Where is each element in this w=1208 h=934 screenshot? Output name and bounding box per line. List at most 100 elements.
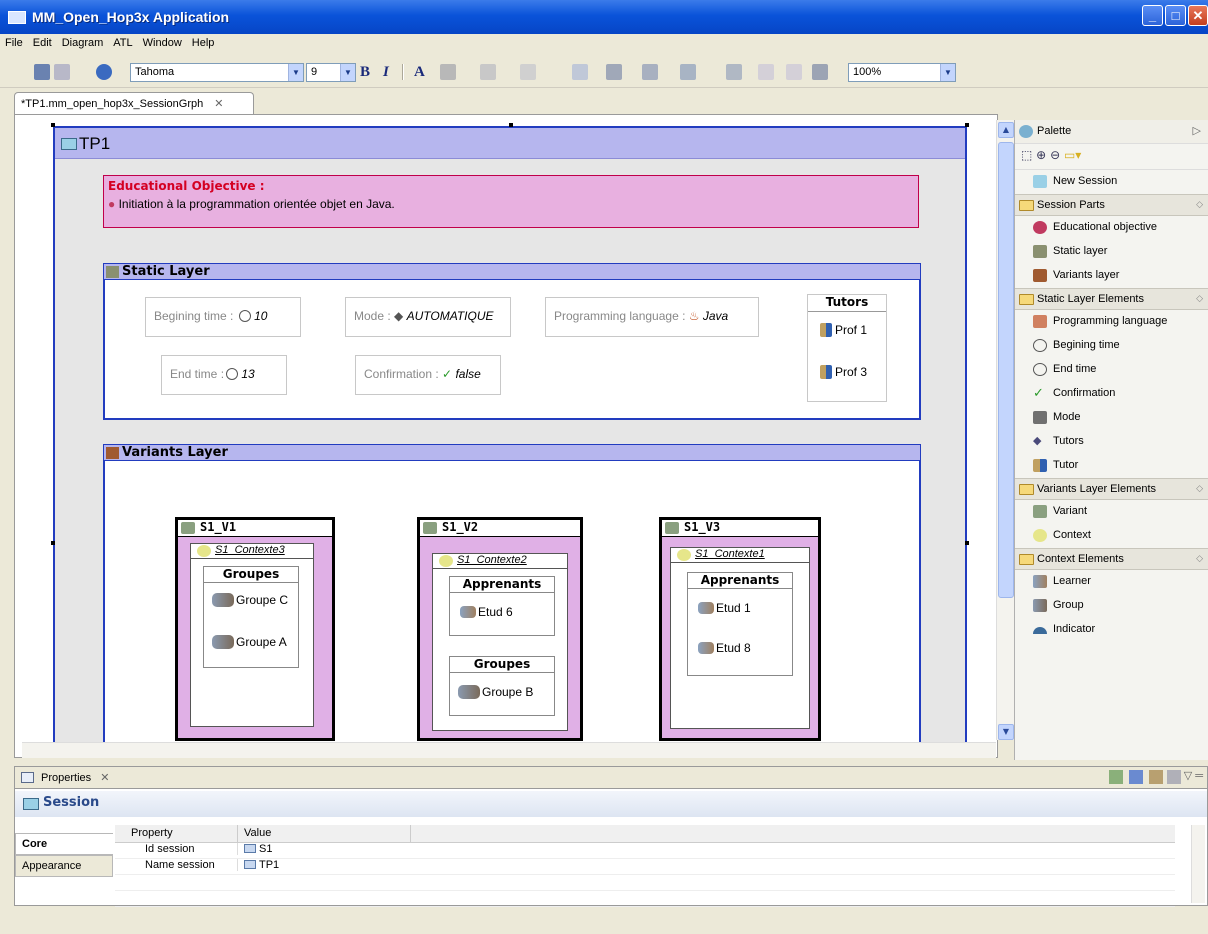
selection-handle[interactable]: [509, 123, 513, 127]
table-row[interactable]: Name session TP1: [115, 859, 1175, 875]
drawer-toggle-icon[interactable]: ◇: [1196, 293, 1203, 304]
note-tool-icon[interactable]: ▭▾: [1064, 148, 1081, 162]
maximize-button[interactable]: □: [1165, 5, 1186, 26]
menu-atl[interactable]: ATL: [108, 34, 137, 49]
palette-drawer-context-elements[interactable]: Context Elements ◇: [1015, 548, 1208, 570]
font-size-select[interactable]: 9 ▼: [306, 63, 356, 82]
advanced-icon[interactable]: [1167, 770, 1181, 784]
groups-box[interactable]: Groupes Groupe B: [449, 656, 555, 716]
palette-item-end-time[interactable]: End time: [1015, 358, 1208, 382]
tutors-box[interactable]: Tutors Prof 1 Prof 3: [807, 294, 887, 402]
table-row[interactable]: Id session S1: [115, 843, 1175, 859]
zoom-out-icon[interactable]: ⊖: [1050, 148, 1060, 162]
learner-item[interactable]: Etud 1: [698, 601, 751, 615]
zoom-in-icon[interactable]: ⊕: [1036, 148, 1046, 162]
select-all-icon[interactable]: [572, 64, 588, 80]
begin-time-field[interactable]: Begining time : 10: [145, 297, 301, 337]
palette-item-static-layer[interactable]: Static layer: [1015, 240, 1208, 264]
end-time-field[interactable]: End time : 13: [161, 355, 287, 395]
tree-icon[interactable]: [1129, 770, 1143, 784]
context-node[interactable]: S1_Contexte1 Apprenants Etud 1 Etud 8: [670, 547, 810, 729]
font-name-select[interactable]: Tahoma ▼: [130, 63, 304, 82]
palette-item-context[interactable]: Context: [1015, 524, 1208, 548]
palette-item-mode[interactable]: Mode: [1015, 406, 1208, 430]
line-width-icon[interactable]: [812, 64, 828, 80]
group-item[interactable]: Groupe C: [212, 593, 288, 607]
editor-tab-close-icon[interactable]: ✕: [214, 98, 223, 110]
mode-field[interactable]: Mode : ◆ AUTOMATIQUE: [345, 297, 511, 337]
arrow-style-icon[interactable]: [520, 64, 536, 80]
align-icon[interactable]: [642, 64, 658, 80]
properties-scrollbar[interactable]: [1191, 825, 1205, 903]
selection-handle[interactable]: [51, 123, 55, 127]
drawer-toggle-icon[interactable]: ◇: [1196, 553, 1203, 564]
drawer-toggle-icon[interactable]: ◇: [1196, 199, 1203, 210]
fill-color-icon[interactable]: [440, 64, 456, 80]
palette-item-learner[interactable]: Learner: [1015, 570, 1208, 594]
line-color-icon[interactable]: [480, 64, 496, 80]
print-icon[interactable]: [54, 64, 70, 80]
route-icon[interactable]: [758, 64, 774, 80]
group-item[interactable]: Groupe A: [212, 635, 287, 649]
variant-node[interactable]: S1_V1 S1_Contexte3 Groupes Groupe C Grou…: [175, 517, 335, 741]
context-node[interactable]: S1_Contexte3 Groupes Groupe C Groupe A: [190, 543, 314, 727]
variants-layer[interactable]: S1_V1 S1_Contexte3 Groupes Groupe C Grou…: [103, 461, 921, 757]
bold-button[interactable]: B: [360, 64, 370, 81]
filter-icon[interactable]: [1149, 770, 1163, 784]
canvas-vertical-scrollbar[interactable]: ▲ ▼: [996, 120, 1014, 740]
scroll-up-icon[interactable]: ▲: [998, 122, 1014, 138]
tutor-item[interactable]: Prof 1: [820, 323, 867, 337]
palette-drawer-session-parts[interactable]: Session Parts ◇: [1015, 194, 1208, 216]
programming-language-field[interactable]: Programming language : ♨ Java: [545, 297, 759, 337]
session-node[interactable]: TP1 Educational Objective : ● Initiation…: [53, 126, 967, 757]
line-style-icon[interactable]: [786, 64, 802, 80]
font-color-button[interactable]: A: [414, 64, 425, 81]
properties-tab-appearance[interactable]: Appearance: [15, 855, 113, 877]
auto-size-icon[interactable]: [726, 64, 742, 80]
palette-item-group[interactable]: Group: [1015, 594, 1208, 618]
palette-drawer-variants-layer-elements[interactable]: Variants Layer Elements ◇: [1015, 478, 1208, 500]
menu-window[interactable]: Window: [138, 34, 187, 49]
run-icon[interactable]: [96, 64, 112, 80]
properties-tab[interactable]: Properties ✕ ▽ ═: [15, 767, 1207, 789]
session-name[interactable]: TP1: [79, 134, 110, 153]
learners-box[interactable]: Apprenants Etud 1 Etud 8: [687, 572, 793, 676]
tutor-item[interactable]: Prof 3: [820, 365, 867, 379]
palette-item-educational-objective[interactable]: Educational objective: [1015, 216, 1208, 240]
palette-item-indicator[interactable]: Indicator: [1015, 618, 1208, 642]
selection-handle[interactable]: [965, 123, 969, 127]
distribute-icon[interactable]: [680, 64, 696, 80]
italic-button[interactable]: I: [383, 64, 389, 81]
scroll-down-icon[interactable]: ▼: [998, 724, 1014, 740]
scroll-thumb[interactable]: [998, 142, 1014, 598]
learner-item[interactable]: Etud 6: [460, 605, 513, 619]
selection-handle[interactable]: [51, 541, 55, 545]
save-icon[interactable]: [34, 64, 50, 80]
static-layer[interactable]: Begining time : 10 Mode : ◆ AUTOMATIQUE …: [103, 280, 921, 420]
menu-file[interactable]: File: [0, 34, 28, 49]
select-tool-icon[interactable]: ⬚: [1021, 148, 1032, 162]
learner-item[interactable]: Etud 8: [698, 641, 751, 655]
zoom-select[interactable]: 100% ▼: [848, 63, 956, 82]
palette-item-tutors[interactable]: ◆ Tutors: [1015, 430, 1208, 454]
properties-tab-core[interactable]: Core: [15, 833, 113, 855]
menu-diagram[interactable]: Diagram: [57, 34, 109, 49]
learners-box[interactable]: Apprenants Etud 6: [449, 576, 555, 636]
palette-item-variants-layer[interactable]: Variants layer: [1015, 264, 1208, 288]
menu-help[interactable]: Help: [187, 34, 220, 49]
pin-icon[interactable]: [1109, 770, 1123, 784]
palette-item-new-session[interactable]: New Session: [1015, 170, 1208, 194]
palette-item-variant[interactable]: Variant: [1015, 500, 1208, 524]
context-node[interactable]: S1_Contexte2 Apprenants Etud 6 Groupes G…: [432, 553, 568, 731]
objective-text[interactable]: ● Initiation à la programmation orientée…: [108, 197, 395, 211]
confirmation-field[interactable]: Confirmation : ✓ false: [355, 355, 501, 395]
palette-drawer-static-layer-elements[interactable]: Static Layer Elements ◇: [1015, 288, 1208, 310]
educational-objective[interactable]: Educational Objective : ● Initiation à l…: [103, 175, 919, 228]
palette-item-confirmation[interactable]: ✓ Confirmation: [1015, 382, 1208, 406]
menu-edit[interactable]: Edit: [28, 34, 57, 49]
group-item[interactable]: Groupe B: [458, 685, 533, 699]
palette-item-tutor[interactable]: Tutor: [1015, 454, 1208, 478]
properties-close-icon[interactable]: ✕: [100, 772, 109, 784]
editor-tab[interactable]: *TP1.mm_open_hop3x_SessionGrph ✕: [14, 92, 254, 114]
palette-collapse-icon[interactable]: ▷: [1193, 124, 1201, 137]
